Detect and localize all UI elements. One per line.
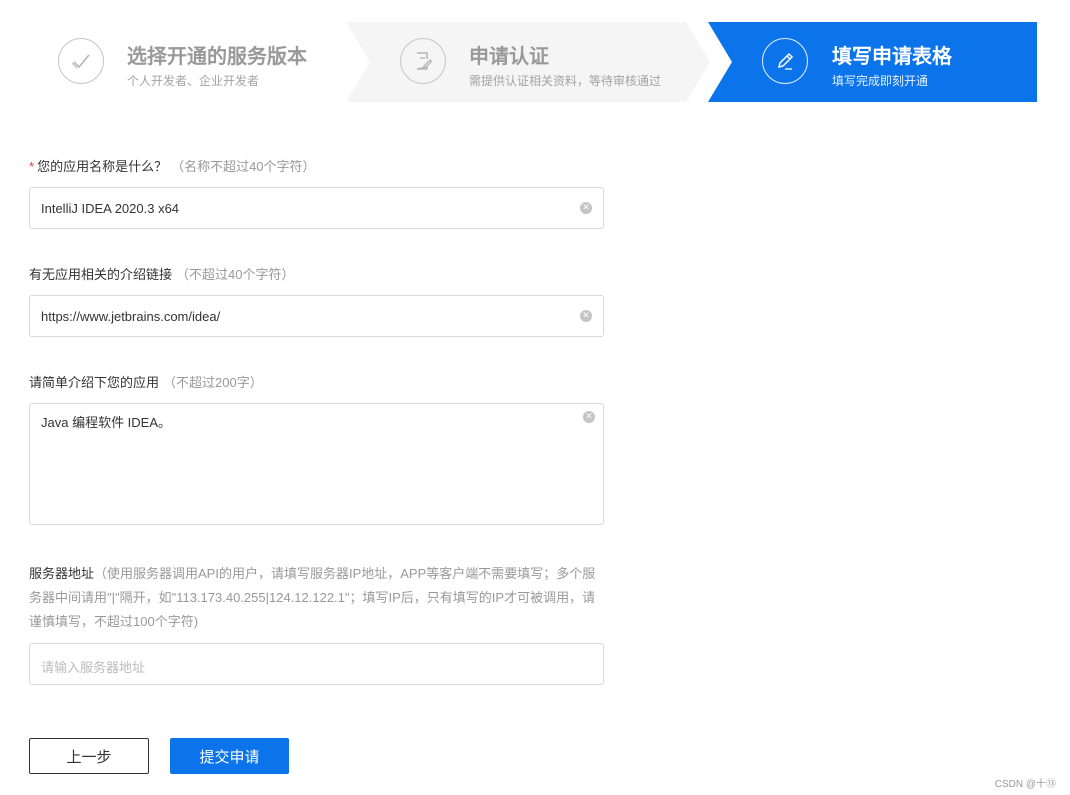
step-select-version: 选择开通的服务版本 个人开发者、企业开发者: [30, 22, 370, 102]
description-value: Java 编程软件 IDEA。: [41, 415, 172, 430]
server-address-label: 服务器地址（使用服务器调用API的用户，请填写服务器IP地址，APP等客户端不需…: [29, 562, 607, 634]
submit-button[interactable]: 提交申请: [170, 738, 289, 774]
app-name-input[interactable]: IntelliJ IDEA 2020.3 x64 ✕: [29, 187, 604, 229]
description-label-text: 请简单介绍下您的应用: [29, 375, 160, 390]
step-certification: 申请认证 需提供认证相关资料，等待审核通过: [346, 22, 710, 102]
check-circle-icon: [58, 38, 104, 84]
server-address-label-text: 服务器地址: [29, 566, 95, 581]
server-address-input[interactable]: 请输入服务器地址: [29, 643, 604, 685]
prev-step-button[interactable]: 上一步: [29, 738, 149, 774]
document-edit-icon: [400, 38, 446, 84]
step-desc: 个人开发者、企业开发者: [127, 74, 260, 88]
server-address-placeholder: 请输入服务器地址: [41, 660, 146, 675]
app-name-hint: （名称不超过40个字符）: [171, 159, 316, 174]
watermark: CSDN @十⑬: [994, 779, 1056, 790]
description-hint: （不超过200字）: [163, 375, 263, 390]
required-mark: *: [29, 159, 35, 174]
description-label: 请简单介绍下您的应用 （不超过200字）: [29, 372, 263, 391]
intro-link-label-text: 有无应用相关的介绍链接: [29, 267, 173, 282]
intro-link-value: https://www.jetbrains.com/idea/: [41, 309, 221, 324]
clear-icon[interactable]: ✕: [580, 310, 592, 322]
step-desc: 填写完成即刻开通: [832, 74, 929, 88]
intro-link-hint: （不超过40个字符）: [176, 267, 295, 282]
step-desc: 需提供认证相关资料，等待审核通过: [469, 74, 662, 88]
steps-bar: 选择开通的服务版本 个人开发者、企业开发者 申请认证 需提供认证相关资料，等待审…: [30, 22, 1037, 102]
description-textarea[interactable]: Java 编程软件 IDEA。 ✕: [29, 403, 604, 525]
intro-link-label: 有无应用相关的介绍链接 （不超过40个字符）: [29, 264, 294, 283]
step-fill-form: 填写申请表格 填写完成即刻开通: [708, 22, 1037, 102]
app-name-label: * 您的应用名称是什么？ （名称不超过40个字符）: [29, 156, 316, 175]
app-name-value: IntelliJ IDEA 2020.3 x64: [41, 201, 180, 216]
clear-icon[interactable]: ✕: [583, 411, 595, 423]
intro-link-input[interactable]: https://www.jetbrains.com/idea/ ✕: [29, 295, 604, 337]
pencil-icon: [762, 38, 808, 84]
step-title: 申请认证: [469, 46, 549, 68]
server-address-hint: （使用服务器调用API的用户，请填写服务器IP地址，APP等客户端不需要填写；多…: [29, 566, 596, 629]
step-title: 填写申请表格: [832, 46, 952, 68]
app-name-label-text: 您的应用名称是什么？: [37, 159, 168, 174]
step-title: 选择开通的服务版本: [127, 46, 307, 68]
clear-icon[interactable]: ✕: [580, 202, 592, 214]
